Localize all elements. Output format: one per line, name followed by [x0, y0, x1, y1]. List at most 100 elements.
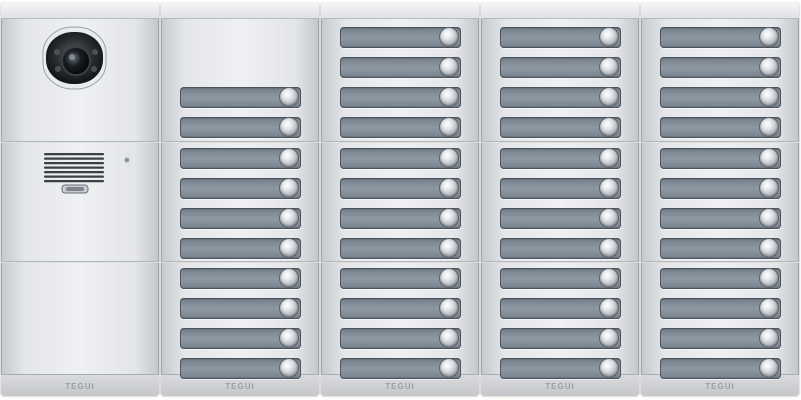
call-button[interactable] [500, 298, 621, 319]
call-button-icon[interactable] [280, 149, 298, 167]
call-button[interactable] [500, 328, 621, 349]
call-button[interactable] [340, 298, 461, 319]
call-button-icon[interactable] [440, 179, 458, 197]
call-button[interactable] [500, 87, 621, 108]
panel-module: TEGUI [1, 2, 159, 395]
call-button[interactable] [180, 178, 301, 199]
call-button-icon[interactable] [600, 359, 618, 377]
call-button-icon[interactable] [760, 149, 778, 167]
call-button[interactable] [340, 57, 461, 78]
call-button[interactable] [180, 238, 301, 259]
call-button[interactable] [340, 178, 461, 199]
call-button-icon[interactable] [440, 299, 458, 317]
call-button-icon[interactable] [440, 209, 458, 227]
call-button-icon[interactable] [760, 359, 778, 377]
call-button-icon[interactable] [760, 28, 778, 46]
call-button[interactable] [500, 268, 621, 289]
camera-icon [42, 26, 107, 90]
call-button[interactable] [500, 238, 621, 259]
call-button[interactable] [340, 87, 461, 108]
call-button[interactable] [660, 358, 781, 379]
call-button[interactable] [500, 117, 621, 138]
call-button-icon[interactable] [280, 269, 298, 287]
call-button-icon[interactable] [440, 269, 458, 287]
call-button-icon[interactable] [760, 299, 778, 317]
call-button[interactable] [660, 238, 781, 259]
call-button[interactable] [340, 358, 461, 379]
call-button[interactable] [180, 117, 301, 138]
brand-label: TEGUI [65, 382, 95, 391]
call-button[interactable] [660, 148, 781, 169]
call-button-icon[interactable] [280, 299, 298, 317]
call-button-icon[interactable] [760, 118, 778, 136]
call-button-icon[interactable] [440, 58, 458, 76]
call-button[interactable] [660, 208, 781, 229]
call-button[interactable] [340, 148, 461, 169]
call-button-icon[interactable] [280, 88, 298, 106]
call-button-icon[interactable] [760, 88, 778, 106]
call-button[interactable] [340, 27, 461, 48]
call-button[interactable] [660, 328, 781, 349]
call-button-icon[interactable] [600, 88, 618, 106]
call-button[interactable] [180, 328, 301, 349]
call-button-icon[interactable] [600, 299, 618, 317]
call-button-icon[interactable] [600, 149, 618, 167]
call-button-icon[interactable] [600, 58, 618, 76]
call-button-icon[interactable] [760, 269, 778, 287]
call-button[interactable] [180, 208, 301, 229]
call-button[interactable] [660, 268, 781, 289]
module-seam [1, 141, 159, 143]
call-button-icon[interactable] [440, 28, 458, 46]
module-seam [641, 141, 799, 143]
call-button-icon[interactable] [440, 118, 458, 136]
call-button[interactable] [180, 268, 301, 289]
call-button-icon[interactable] [600, 209, 618, 227]
call-button[interactable] [180, 87, 301, 108]
call-button-icon[interactable] [760, 179, 778, 197]
call-button[interactable] [660, 87, 781, 108]
call-button-icon[interactable] [280, 179, 298, 197]
call-button-icon[interactable] [440, 88, 458, 106]
call-button[interactable] [500, 358, 621, 379]
call-button-icon[interactable] [600, 269, 618, 287]
call-button-icon[interactable] [760, 209, 778, 227]
call-button-icon[interactable] [280, 209, 298, 227]
brand-label: TEGUI [545, 382, 575, 391]
brand-label: TEGUI [705, 382, 735, 391]
call-button[interactable] [500, 27, 621, 48]
call-button[interactable] [660, 178, 781, 199]
call-button-icon[interactable] [280, 239, 298, 257]
call-button-icon[interactable] [600, 118, 618, 136]
call-button[interactable] [500, 178, 621, 199]
call-button[interactable] [660, 298, 781, 319]
call-button-icon[interactable] [280, 359, 298, 377]
call-button-icon[interactable] [600, 179, 618, 197]
call-button[interactable] [660, 27, 781, 48]
call-button-icon[interactable] [280, 329, 298, 347]
call-button[interactable] [500, 148, 621, 169]
call-button-icon[interactable] [440, 239, 458, 257]
call-button-icon[interactable] [760, 58, 778, 76]
call-button[interactable] [660, 117, 781, 138]
call-button[interactable] [340, 208, 461, 229]
call-button[interactable] [180, 298, 301, 319]
call-button-icon[interactable] [600, 28, 618, 46]
call-button-icon[interactable] [440, 329, 458, 347]
call-button[interactable] [340, 238, 461, 259]
call-button-icon[interactable] [440, 149, 458, 167]
call-button[interactable] [340, 328, 461, 349]
call-button[interactable] [340, 268, 461, 289]
call-button[interactable] [660, 57, 781, 78]
call-button[interactable] [180, 358, 301, 379]
call-button[interactable] [500, 208, 621, 229]
call-button-icon[interactable] [280, 118, 298, 136]
call-button-icon[interactable] [600, 329, 618, 347]
call-button[interactable] [340, 117, 461, 138]
brand-label: TEGUI [385, 382, 415, 391]
call-button-icon[interactable] [760, 239, 778, 257]
call-button-icon[interactable] [600, 239, 618, 257]
call-button-icon[interactable] [760, 329, 778, 347]
call-button[interactable] [180, 148, 301, 169]
call-button-icon[interactable] [440, 359, 458, 377]
call-button[interactable] [500, 57, 621, 78]
